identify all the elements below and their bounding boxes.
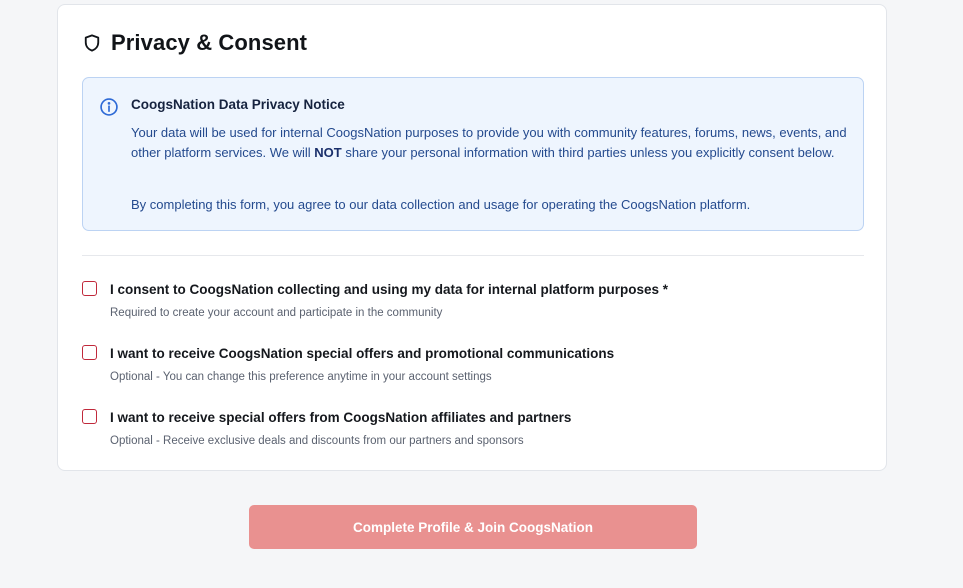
info-icon <box>99 97 119 117</box>
privacy-notice: CoogsNation Data Privacy Notice Your dat… <box>82 77 864 231</box>
promotions-checkbox[interactable] <box>82 345 97 360</box>
notice-text-end: share your personal information with thi… <box>341 145 835 160</box>
section-title: Privacy & Consent <box>111 30 308 55</box>
privacy-consent-card: Privacy & Consent CoogsNation Data Priva… <box>57 4 887 471</box>
consent-description: Required to create your account and part… <box>110 307 443 319</box>
section-header: Privacy & Consent <box>82 30 307 56</box>
divider <box>82 255 864 256</box>
consent-label[interactable]: I want to receive CoogsNation special of… <box>110 346 614 361</box>
shield-icon <box>82 33 102 53</box>
notice-paragraph-1: Your data will be used for internal Coog… <box>131 123 847 163</box>
notice-paragraph-2: By completing this form, you agree to ou… <box>131 197 751 212</box>
affiliates-checkbox[interactable] <box>82 409 97 424</box>
complete-profile-button[interactable]: Complete Profile & Join CoogsNation <box>249 505 697 549</box>
consent-label[interactable]: I consent to CoogsNation collecting and … <box>110 282 668 297</box>
data-usage-checkbox[interactable] <box>82 281 97 296</box>
consent-description: Optional - Receive exclusive deals and d… <box>110 435 524 447</box>
consent-description: Optional - You can change this preferenc… <box>110 371 492 383</box>
consent-label[interactable]: I want to receive special offers from Co… <box>110 410 571 425</box>
notice-emphasis: NOT <box>314 145 342 160</box>
notice-title: CoogsNation Data Privacy Notice <box>131 97 345 112</box>
